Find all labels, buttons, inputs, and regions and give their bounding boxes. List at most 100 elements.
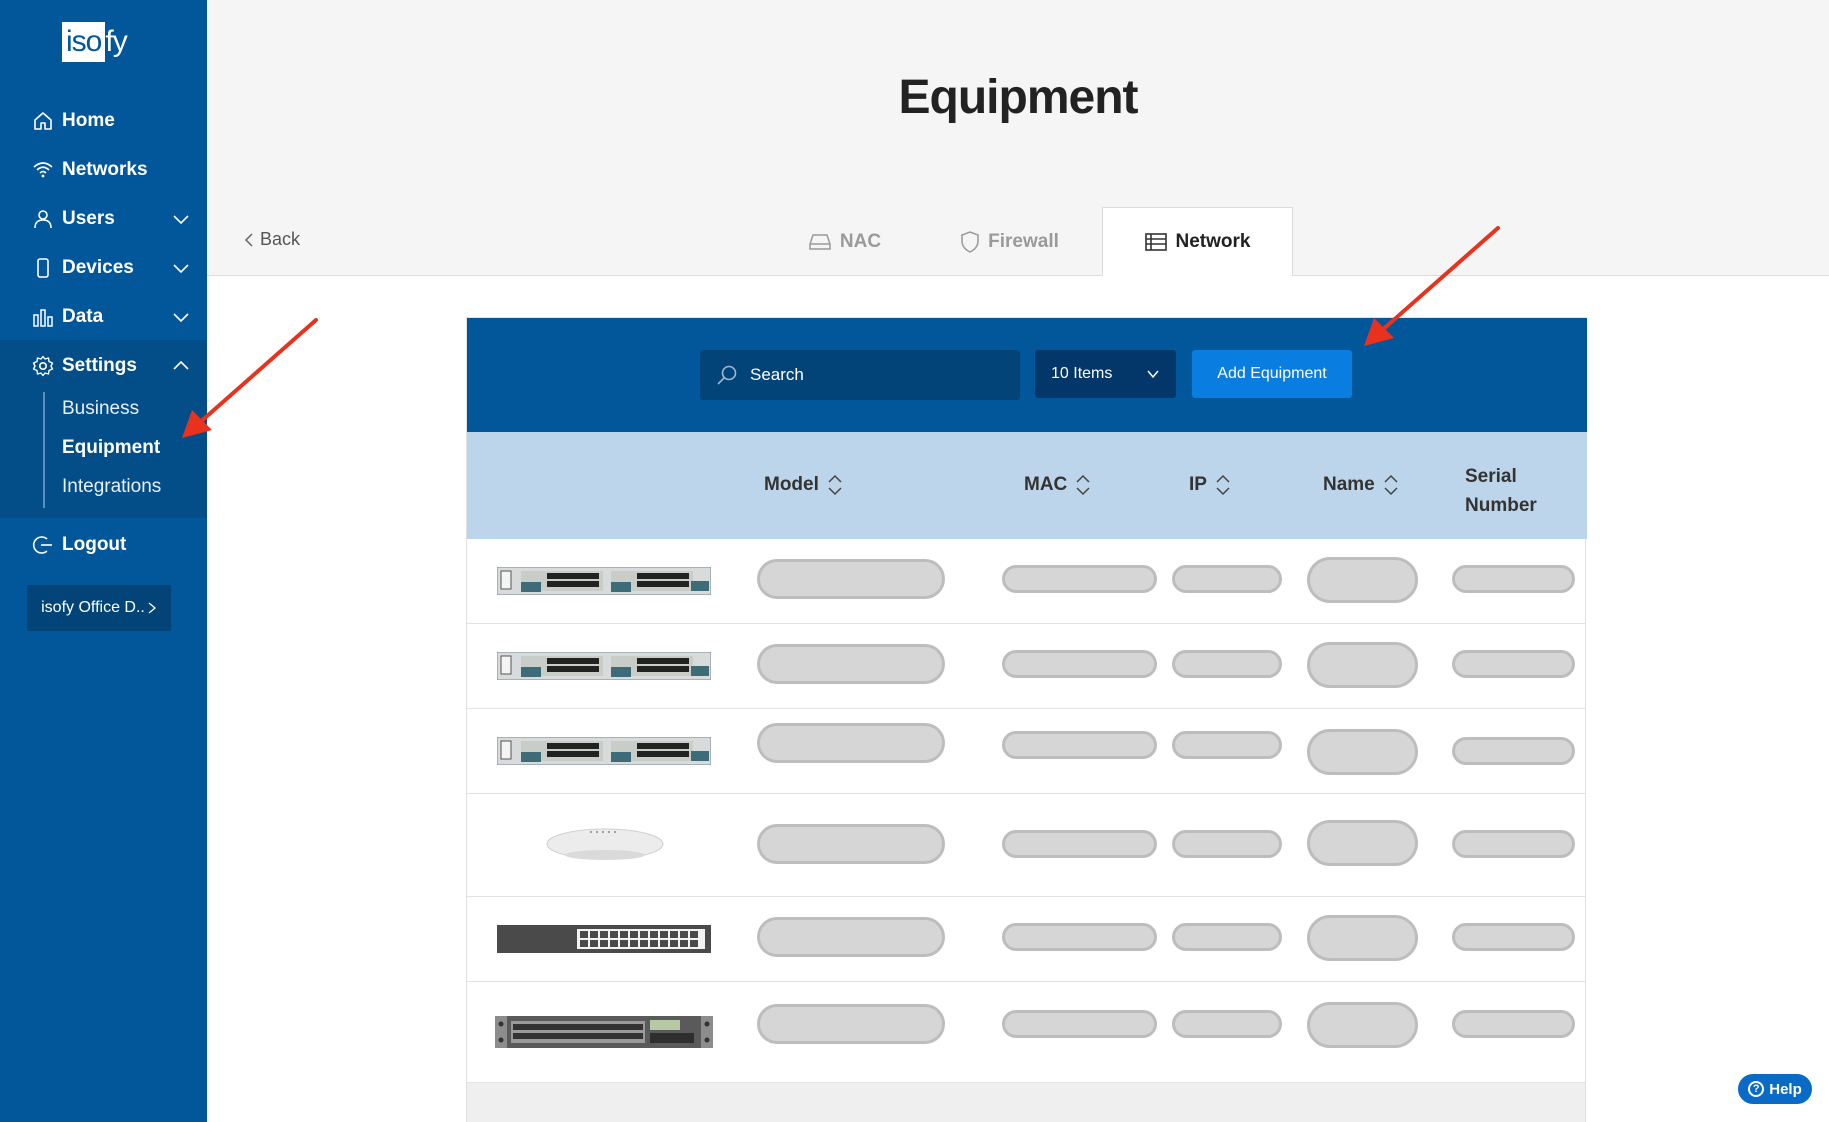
column-header-serial-number[interactable]: Serial Number [1465, 462, 1537, 520]
mac-placeholder [1002, 1010, 1157, 1038]
back-link[interactable]: Back [244, 229, 300, 250]
help-button[interactable]: ? Help [1736, 1072, 1814, 1106]
sidebar-item-users[interactable]: Users [0, 195, 207, 243]
ip-placeholder [1172, 1010, 1282, 1038]
logout-icon [32, 534, 54, 556]
search-input[interactable]: Search [700, 350, 1020, 400]
column-header-model[interactable]: Model [764, 474, 843, 496]
logo-rest-text: fy [105, 25, 127, 58]
sidebar-item-label: Data [62, 306, 104, 327]
column-header-ip[interactable]: IP [1189, 474, 1231, 496]
mac-placeholder [1002, 565, 1157, 593]
column-label: Name [1323, 474, 1375, 495]
sort-icon [1384, 474, 1398, 496]
stacked-switch-image [497, 567, 711, 595]
sidebar-item-label: Logout [62, 534, 127, 555]
table-row[interactable] [467, 897, 1585, 982]
column-label: Model [764, 474, 819, 495]
chevron-left-icon [244, 232, 253, 247]
phone-icon [32, 257, 54, 279]
model-placeholder [757, 824, 945, 864]
name-placeholder [1307, 729, 1418, 775]
sort-icon [828, 474, 842, 496]
isofy-logo[interactable]: iso fy [62, 22, 128, 62]
sidebar-subitem-equipment[interactable]: Equipment [62, 437, 160, 459]
model-placeholder [757, 723, 945, 763]
column-label-line2: Number [1465, 495, 1537, 516]
tab-network[interactable]: Network [1102, 207, 1293, 276]
serial-placeholder [1452, 923, 1575, 951]
tab-label: NAC [839, 230, 882, 252]
sidebar-item-data[interactable]: Data [0, 293, 207, 341]
column-label: IP [1189, 474, 1207, 495]
name-placeholder [1307, 642, 1418, 688]
organization-selector-button[interactable]: isofy Office D.. [27, 585, 171, 631]
model-placeholder [757, 1004, 945, 1044]
sidebar-item-logout[interactable]: Logout [0, 521, 207, 569]
column-label-line1: Serial [1465, 466, 1517, 487]
hard-drive-icon [809, 233, 831, 250]
table-row[interactable] [467, 709, 1585, 794]
pagination-area [467, 1083, 1585, 1122]
gear-icon [32, 355, 54, 377]
equipment-panel: Search 10 Items Add Equipment Model MAC … [466, 317, 1587, 1122]
sidebar-item-label: Settings [62, 355, 137, 376]
sidebar-item-home[interactable]: Home [0, 97, 207, 145]
sidebar-item-label: Home [62, 110, 115, 131]
name-placeholder [1307, 915, 1418, 961]
sidebar-subitem-business[interactable]: Business [62, 398, 139, 420]
model-placeholder [757, 644, 945, 684]
model-placeholder [757, 559, 945, 599]
items-per-page-select[interactable]: 10 Items [1035, 350, 1176, 398]
table-row[interactable] [467, 624, 1585, 709]
back-label: Back [260, 229, 301, 249]
sidebar-item-networks[interactable]: Networks [0, 146, 207, 194]
column-header-name[interactable]: Name [1323, 474, 1399, 496]
chevron-right-icon [148, 602, 156, 614]
serial-placeholder [1452, 737, 1575, 765]
help-icon: ? [1748, 1081, 1765, 1097]
table-row[interactable] [467, 539, 1585, 624]
submenu-divider [43, 392, 45, 508]
table-row[interactable] [467, 794, 1585, 897]
dark-switch-image [497, 925, 711, 953]
add-equipment-button[interactable]: Add Equipment [1192, 350, 1352, 398]
tab-label: Network [1175, 230, 1251, 252]
name-placeholder [1307, 820, 1418, 866]
logo-boxed-text: iso [62, 22, 106, 62]
serial-placeholder [1452, 830, 1575, 858]
sidebar-item-label: Devices [62, 257, 134, 278]
ip-placeholder [1172, 830, 1282, 858]
column-header-mac[interactable]: MAC [1024, 474, 1091, 496]
wifi-icon [32, 159, 54, 181]
sidebar: isofy Home Networks Users Devices Data [0, 0, 207, 1122]
chevron-down-icon [173, 313, 189, 323]
sidebar-item-label: Networks [62, 159, 148, 180]
search-placeholder: Search [750, 365, 804, 384]
chevron-down-icon [173, 264, 189, 274]
tab-firewall[interactable]: Firewall [945, 207, 1075, 276]
organization-name: isofy Office D.. [41, 599, 145, 616]
home-icon [32, 110, 54, 132]
sort-icon [1216, 474, 1230, 496]
model-placeholder [757, 917, 945, 957]
sidebar-item-settings[interactable]: Settings [0, 342, 207, 390]
mac-placeholder [1002, 830, 1157, 858]
tab-nac[interactable]: NAC [790, 207, 900, 276]
serial-placeholder [1452, 650, 1575, 678]
sidebar-item-devices[interactable]: Devices [0, 244, 207, 292]
rack-switch-image [495, 1016, 713, 1048]
stacked-switch-image [497, 737, 711, 765]
sidebar-subitem-integrations[interactable]: Integrations [62, 476, 161, 498]
tab-label: Firewall [988, 230, 1059, 252]
stacked-switch-image [497, 652, 711, 680]
search-icon [717, 365, 737, 385]
table-row[interactable] [467, 982, 1585, 1083]
serial-placeholder [1452, 1010, 1575, 1038]
bar-chart-icon [32, 306, 54, 328]
access-point-image [546, 828, 664, 860]
help-label: Help [1769, 1080, 1802, 1098]
server-list-icon [1144, 232, 1167, 251]
ip-placeholder [1172, 923, 1282, 951]
ip-placeholder [1172, 565, 1282, 593]
